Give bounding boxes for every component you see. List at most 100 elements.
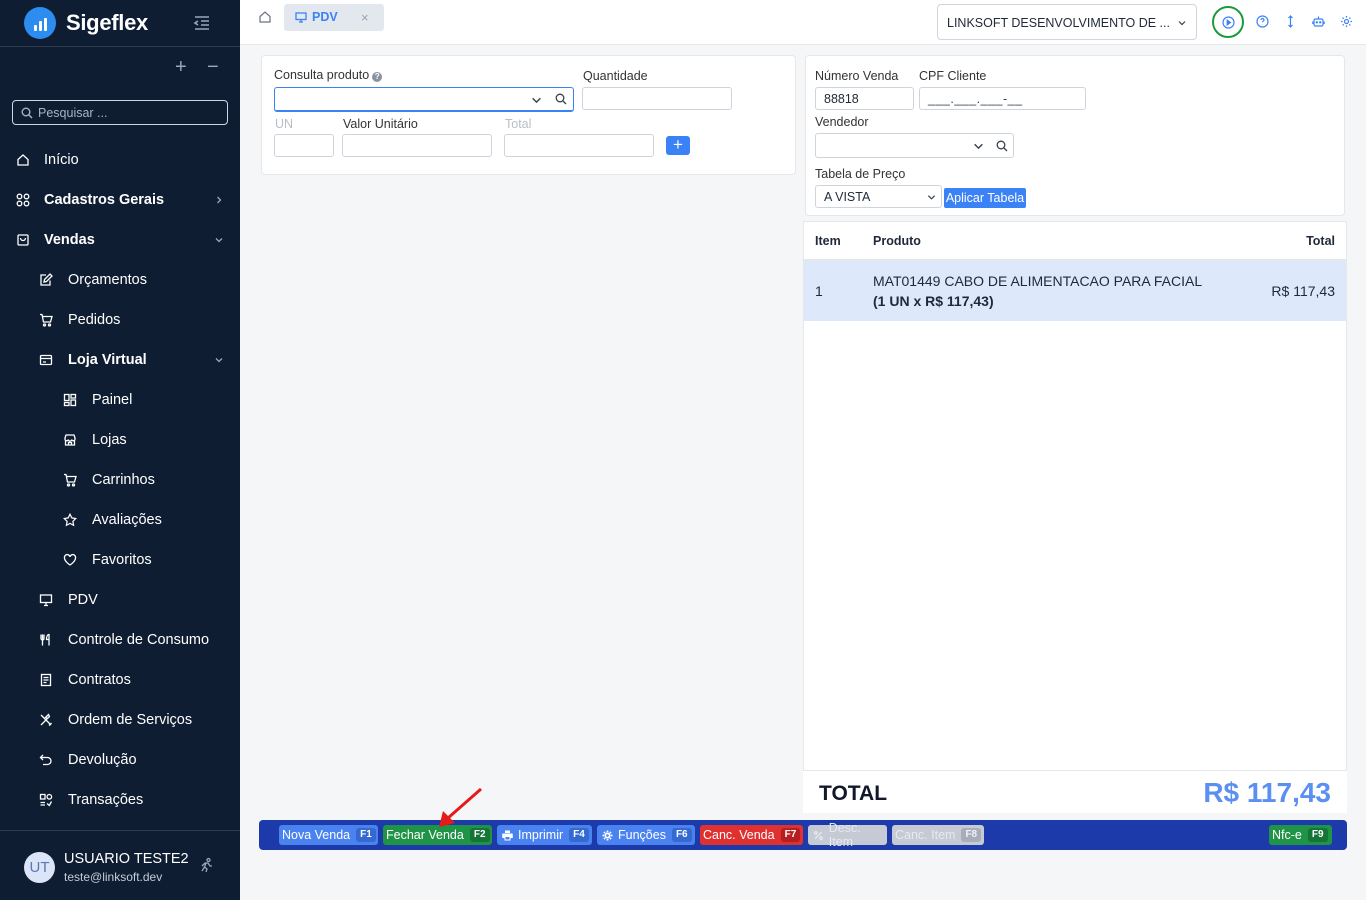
collapse-menu-icon[interactable] (193, 14, 211, 32)
sidebar-item-controle-de-consumo[interactable]: Controle de Consumo (0, 620, 240, 660)
imprimir-button[interactable]: Imprimir F4 (497, 825, 592, 845)
shortcut-key: F7 (780, 828, 801, 842)
valor-unitario-input[interactable] (342, 134, 492, 157)
avatar[interactable]: UT (24, 852, 55, 883)
sidebar-item-label: Loja Virtual (68, 352, 147, 368)
un-input[interactable] (274, 134, 334, 157)
tabela-preco-select[interactable]: A VISTA (815, 185, 942, 208)
sidebar-tools: + − (0, 47, 240, 89)
quantidade-input[interactable] (582, 87, 732, 110)
cpf-cliente-input[interactable]: ___.___.___-__ (919, 87, 1086, 110)
chevron-down-icon[interactable] (973, 141, 984, 152)
sidebar-item-label: Devolução (68, 752, 137, 768)
total-input[interactable] (504, 134, 654, 157)
shortcut-key: F8 (961, 828, 982, 842)
numero-venda-input[interactable]: 88818 (815, 87, 914, 110)
cancelar-item-button[interactable]: Canc. Item F8 (892, 825, 984, 845)
sidebar-item-carrinhos[interactable]: Carrinhos (0, 460, 240, 500)
collapse-all-button[interactable]: − (207, 57, 219, 77)
cancelar-venda-button[interactable]: Canc. Venda F7 (700, 825, 803, 845)
company-select[interactable]: LINKSOFT DESENVOLVIMENTO DE ... (937, 4, 1197, 40)
grid-icon (16, 193, 30, 207)
cpf-mask: ___.___.___-__ (928, 92, 1023, 106)
play-button[interactable] (1212, 6, 1244, 38)
search-icon[interactable] (555, 93, 567, 105)
sidebar-item-painel[interactable]: Painel (0, 380, 240, 420)
logout-icon[interactable] (199, 857, 215, 873)
bag-icon (17, 234, 29, 246)
gear-icon (602, 830, 613, 840)
aplicar-tabela-button[interactable]: Aplicar Tabela (944, 188, 1026, 208)
sidebar-item-label: Contratos (68, 672, 131, 688)
search-icon[interactable] (996, 140, 1008, 152)
tabela-preco-value: A VISTA (824, 190, 871, 204)
sidebar-item-devolucao[interactable]: Devolução (0, 740, 240, 780)
annotation-arrow-icon (439, 787, 482, 827)
gear-icon[interactable] (1340, 15, 1353, 28)
user-panel: UT USUARIO TESTE2 teste@linksoft.dev (0, 830, 240, 900)
sidebar-item-loja-virtual[interactable]: Loja Virtual (0, 340, 240, 380)
dashboard-icon (63, 393, 77, 407)
vendedor-select[interactable] (815, 133, 1014, 158)
tab-label: PDV (312, 10, 338, 24)
cpf-cliente-label: CPF Cliente (919, 69, 987, 83)
sidebar-item-pedidos[interactable]: Pedidos (0, 300, 240, 340)
sidebar-item-label: Avaliações (92, 512, 162, 528)
nova-venda-label: Nova Venda (282, 828, 351, 842)
sidebar-item-label: Painel (92, 392, 133, 408)
sidebar-item-lojas[interactable]: Lojas (0, 420, 240, 460)
help-icon[interactable] (1256, 15, 1269, 28)
sale-panel: Número Venda 88818 CPF Cliente ___.___._… (805, 55, 1345, 216)
funcoes-button[interactable]: Funções F6 (597, 825, 695, 845)
shortcut-key: F9 (1307, 828, 1328, 842)
nova-venda-button[interactable]: Nova Venda F1 (279, 825, 378, 845)
help-icon[interactable]: ? (372, 72, 383, 82)
sidebar-item-vendas[interactable]: Vendas (0, 220, 240, 260)
expand-all-button[interactable]: + (175, 57, 187, 77)
sidebar-item-pdv[interactable]: PDV (0, 580, 240, 620)
cell-produto-detail: (1 UN x R$ 117,43) (873, 293, 994, 309)
sidebar-item-contratos[interactable]: Contratos (0, 660, 240, 700)
home-icon[interactable] (258, 10, 272, 24)
topbar: PDV × LINKSOFT DESENVOLVIMENTO DE ... (240, 0, 1366, 45)
sidebar-item-avaliacoes[interactable]: Avaliações (0, 500, 240, 540)
shortcut-key: F2 (469, 828, 490, 842)
funcoes-label: Funções (618, 828, 666, 842)
nfce-button[interactable]: Nfc-e F9 (1269, 825, 1332, 845)
sidebar-search-input[interactable]: Pesquisar ... (12, 100, 228, 125)
close-tab-button[interactable]: × (361, 10, 369, 25)
sidebar-item-cadastros-gerais[interactable]: Cadastros Gerais (0, 180, 240, 220)
fechar-venda-label: Fechar Venda (386, 828, 464, 842)
chevron-right-icon (217, 196, 222, 204)
brand-name: Sigeflex (66, 10, 148, 35)
sidebar-item-ordem-de-servicos[interactable]: Ordem de Serviços (0, 700, 240, 740)
sidebar-item-label: Favoritos (92, 552, 152, 568)
vendedor-label: Vendedor (815, 115, 869, 129)
sidebar-item-label: Pedidos (68, 312, 121, 328)
sidebar-item-label: Transações (68, 792, 144, 808)
sidebar-item-transacoes[interactable]: Transações (0, 780, 240, 820)
numero-venda-value: 88818 (824, 92, 859, 106)
cancelar-venda-label: Canc. Venda (703, 828, 775, 842)
cell-total: R$ 117,43 (1271, 283, 1335, 299)
sidebar-item-inicio[interactable]: Início (0, 140, 240, 180)
edit-icon (40, 273, 53, 286)
tab-pdv[interactable]: PDV × (284, 4, 384, 31)
total-label: TOTAL (819, 782, 888, 805)
consulta-produto-input[interactable] (274, 87, 574, 112)
robot-icon[interactable] (1312, 15, 1325, 28)
store-icon (64, 434, 76, 446)
cell-item: 1 (815, 283, 823, 299)
chevron-down-icon (927, 195, 936, 200)
desconto-item-button[interactable]: Desc. Item (808, 821, 887, 849)
add-item-button[interactable]: + (666, 136, 690, 155)
monitor-icon (39, 594, 53, 607)
chevron-down-icon[interactable] (531, 95, 542, 106)
sidebar-item-orcamentos[interactable]: Orçamentos (0, 260, 240, 300)
sort-icon[interactable] (1284, 15, 1297, 28)
user-name: USUARIO TESTE2 (64, 851, 189, 867)
table-row[interactable]: 1 MAT01449 CABO DE ALIMENTACAO PARA FACI… (804, 261, 1346, 321)
sidebar-item-label: Controle de Consumo (68, 632, 210, 648)
sidebar-item-favoritos[interactable]: Favoritos (0, 540, 240, 580)
sidebar-item-label: Cadastros Gerais (44, 192, 165, 208)
